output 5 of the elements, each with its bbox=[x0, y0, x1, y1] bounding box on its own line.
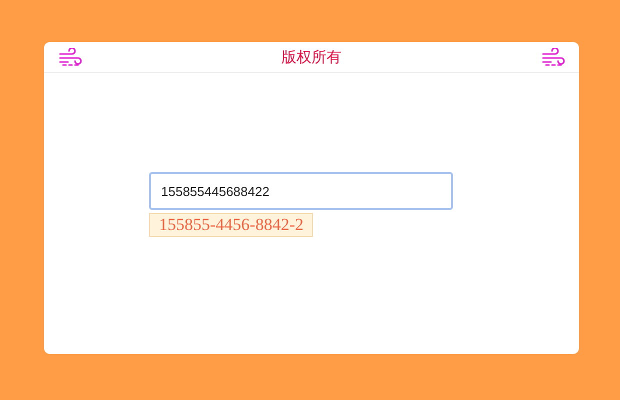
wind-icon[interactable] bbox=[541, 48, 565, 66]
wind-icon[interactable] bbox=[58, 48, 82, 66]
input-field[interactable]: 155855445688422 bbox=[149, 172, 453, 210]
header-title: 版权所有 bbox=[282, 46, 342, 68]
formatted-number: 155855-4456-8842-2 bbox=[149, 213, 314, 237]
